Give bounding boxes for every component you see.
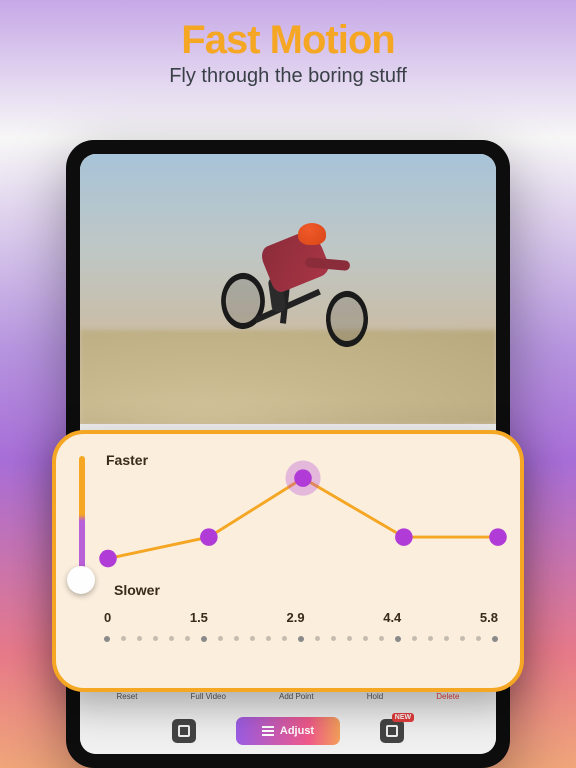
curve-point[interactable]	[395, 528, 413, 546]
full-video-label: Full Video	[191, 692, 226, 701]
export-button[interactable]: NEW	[380, 719, 404, 743]
slider-thumb[interactable]	[67, 566, 95, 594]
curve-point[interactable]	[294, 469, 312, 487]
curve-point[interactable]	[99, 550, 117, 568]
curve-point[interactable]	[200, 528, 218, 546]
media-button[interactable]	[172, 719, 196, 743]
video-preview[interactable]	[80, 154, 496, 424]
hero-title: Fast Motion	[0, 18, 576, 63]
curve-point[interactable]	[489, 528, 507, 546]
slower-label: Slower	[114, 582, 160, 598]
hero-subtitle: Fly through the boring stuff	[0, 65, 576, 88]
x-tick: 2.9	[287, 610, 305, 625]
hold-label: Hold	[367, 692, 383, 701]
new-badge: NEW	[392, 713, 414, 722]
bottom-bar: Adjust NEW	[80, 712, 496, 750]
x-tick: 1.5	[190, 610, 208, 625]
x-axis: 0 1.5 2.9 4.4 5.8	[104, 610, 498, 625]
x-tick: 4.4	[383, 610, 401, 625]
speed-slider[interactable]	[72, 456, 90, 586]
delete-label: Delete	[436, 692, 459, 701]
x-tick: 5.8	[480, 610, 498, 625]
adjust-button[interactable]: Adjust	[236, 717, 340, 745]
speed-panel: Faster Slower 0 1.5 2.9 4.4 5.8	[52, 430, 524, 692]
speed-curve-chart[interactable]	[108, 466, 498, 576]
tick-dots	[104, 636, 498, 642]
x-tick: 0	[104, 610, 111, 625]
add-point-label: Add Point	[279, 692, 314, 701]
reset-label: Reset	[117, 692, 138, 701]
adjust-label: Adjust	[280, 725, 314, 737]
